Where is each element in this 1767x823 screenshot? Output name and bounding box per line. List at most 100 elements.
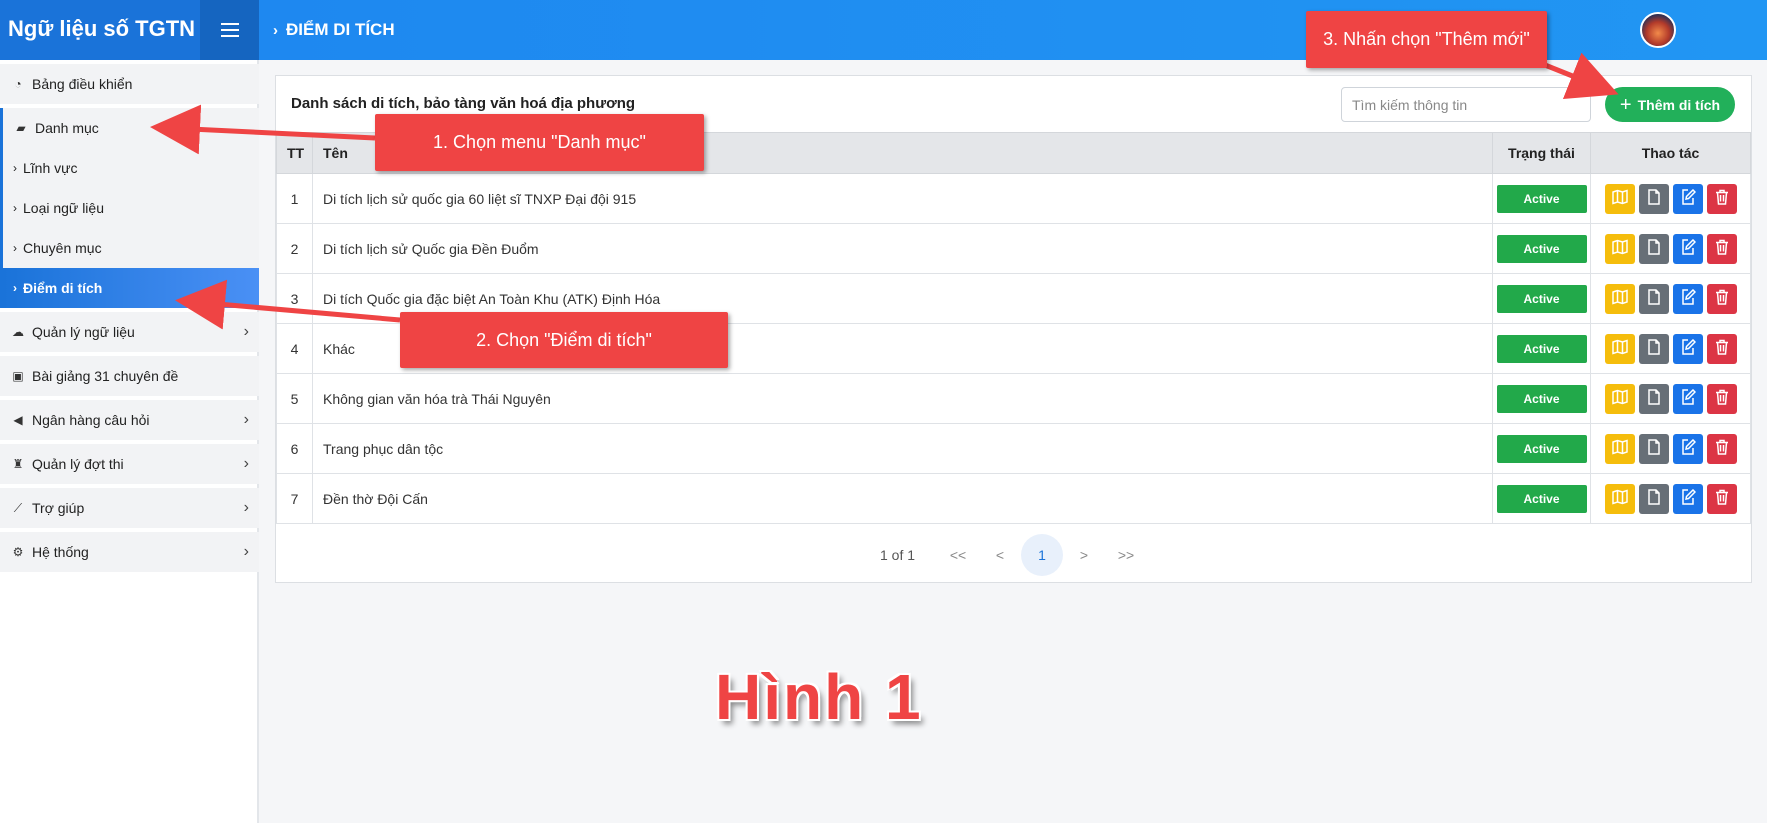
megaphone-icon: ◀	[13, 413, 23, 427]
relic-name: Di tích lịch sử quốc gia 60 liệt sĩ TNXP…	[312, 173, 1493, 224]
page-breadcrumb: ĐIỂM DI TÍCH	[286, 20, 395, 39]
figure-label: Hình 1	[715, 661, 923, 733]
column-header-trang-thai: Trạng thái	[1492, 132, 1591, 174]
relic-name: Đền thờ Đội Cấn	[312, 473, 1493, 524]
delete-button[interactable]	[1706, 283, 1737, 314]
delete-button[interactable]	[1706, 433, 1737, 464]
edit-icon	[1680, 238, 1696, 258]
edit-button[interactable]	[1672, 283, 1703, 314]
status-cell: Active	[1492, 273, 1591, 324]
document-button[interactable]	[1638, 183, 1669, 214]
hamburger-icon	[220, 23, 239, 37]
document-icon	[1646, 439, 1662, 458]
sidebar-item-label: Hệ thống	[32, 544, 89, 560]
search-input[interactable]	[1341, 87, 1591, 122]
document-button[interactable]	[1638, 283, 1669, 314]
status-badge[interactable]: Active	[1496, 284, 1587, 313]
sidebar-item-quan-ly-ngu-lieu[interactable]: ☁ Quản lý ngữ liệu ›	[0, 312, 259, 352]
menu-toggle-button[interactable]	[200, 0, 259, 60]
sidebar-subitem-linh-vuc[interactable]: › Lĩnh vực	[0, 148, 259, 188]
map-button[interactable]	[1604, 233, 1635, 264]
edit-icon	[1680, 438, 1696, 458]
sidebar-subitem-diem-di-tich[interactable]: › Điểm di tích	[0, 268, 259, 308]
sidebar-item-label: Điểm di tích	[23, 280, 103, 296]
map-icon	[1611, 389, 1628, 408]
trophy-icon: ♜	[12, 457, 24, 471]
edit-button[interactable]	[1672, 183, 1703, 214]
sidebar-item-quan-ly-dot-thi[interactable]: ♜ Quản lý đợt thi ›	[0, 444, 259, 484]
map-button[interactable]	[1604, 383, 1635, 414]
table-row: 1 Di tích lịch sử quốc gia 60 liệt sĩ TNX…	[276, 173, 1751, 224]
document-icon	[1646, 189, 1662, 208]
delete-button[interactable]	[1706, 233, 1737, 264]
sidebar-item-label: Chuyên mục	[23, 240, 102, 256]
document-button[interactable]	[1638, 483, 1669, 514]
map-button[interactable]	[1604, 433, 1635, 464]
trash-icon	[1714, 439, 1730, 458]
sidebar-item-ngan-hang-cau-hoi[interactable]: ◀ Ngân hàng câu hỏi ›	[0, 400, 259, 440]
status-badge[interactable]: Active	[1496, 484, 1587, 513]
add-relic-button[interactable]: + Thêm di tích	[1605, 87, 1735, 122]
status-badge[interactable]: Active	[1496, 184, 1587, 213]
document-button[interactable]	[1638, 433, 1669, 464]
map-button[interactable]	[1604, 183, 1635, 214]
prev-page-button[interactable]: <	[979, 534, 1021, 576]
sidebar-item-he-thong[interactable]: ⚙ Hệ thống ›	[0, 532, 259, 572]
edit-button[interactable]	[1672, 233, 1703, 264]
last-page-button[interactable]: >>	[1105, 534, 1147, 576]
delete-button[interactable]	[1706, 483, 1737, 514]
sidebar-item-danh-muc[interactable]: ▰ Danh mục	[0, 108, 259, 148]
document-icon	[1646, 489, 1662, 508]
row-number: 7	[276, 473, 313, 524]
sidebar-item-tro-giup[interactable]: ⟋ Trợ giúp ›	[0, 488, 259, 528]
edit-button[interactable]	[1672, 383, 1703, 414]
sidebar-item-dashboard[interactable]: ◔ Bảng điều khiển	[0, 64, 259, 104]
status-badge[interactable]: Active	[1496, 334, 1587, 363]
trash-icon	[1714, 389, 1730, 408]
status-badge[interactable]: Active	[1496, 434, 1587, 463]
sidebar-subitem-chuyen-muc[interactable]: › Chuyên mục	[0, 228, 259, 268]
edit-button[interactable]	[1672, 433, 1703, 464]
edit-button[interactable]	[1672, 333, 1703, 364]
delete-button[interactable]	[1706, 383, 1737, 414]
document-button[interactable]	[1638, 333, 1669, 364]
map-button[interactable]	[1604, 333, 1635, 364]
first-page-button[interactable]: <<	[937, 534, 979, 576]
chevron-right-icon: ›	[243, 323, 249, 340]
sidebar-item-label: Danh mục	[35, 120, 99, 136]
status-cell: Active	[1492, 373, 1591, 424]
row-number: 4	[276, 323, 313, 374]
row-number: 2	[276, 223, 313, 274]
add-relic-label: Thêm di tích	[1637, 96, 1721, 113]
sidebar-item-label: Loại ngữ liệu	[23, 200, 104, 216]
chevron-right-icon: ›	[13, 241, 17, 255]
next-page-button[interactable]: >	[1063, 534, 1105, 576]
relic-name: Trang phục dân tộc	[312, 423, 1493, 474]
map-button[interactable]	[1604, 483, 1635, 514]
chevron-right-icon: ›	[243, 411, 249, 428]
map-button[interactable]	[1604, 283, 1635, 314]
map-icon	[1611, 189, 1628, 208]
current-page-button[interactable]: 1	[1021, 534, 1064, 576]
annotation-step-2: 2. Chọn "Điểm di tích"	[400, 312, 728, 368]
row-number: 5	[276, 373, 313, 424]
document-icon	[1646, 239, 1662, 258]
gears-icon: ⚙	[12, 545, 24, 559]
document-button[interactable]	[1638, 383, 1669, 414]
edit-button[interactable]	[1672, 483, 1703, 514]
document-button[interactable]	[1638, 233, 1669, 264]
delete-button[interactable]	[1706, 333, 1737, 364]
plus-icon: +	[1619, 93, 1632, 116]
delete-button[interactable]	[1706, 183, 1737, 214]
sidebar-subitem-loai-ngu-lieu[interactable]: › Loại ngữ liệu	[0, 188, 259, 228]
actions-cell	[1590, 373, 1751, 424]
status-badge[interactable]: Active	[1496, 384, 1587, 413]
annotation-step-1: 1. Chọn menu "Danh mục"	[375, 114, 704, 171]
status-badge[interactable]: Active	[1496, 234, 1587, 263]
app-brand[interactable]: Ngữ liệu số TGTN	[0, 0, 200, 60]
user-avatar[interactable]	[1640, 12, 1676, 48]
sidebar-item-bai-giang[interactable]: ▣ Bài giảng 31 chuyên đề	[0, 356, 259, 396]
actions-cell	[1590, 173, 1751, 224]
sidebar-item-label: Quản lý ngữ liệu	[32, 324, 135, 340]
folder-open-icon: ▰	[16, 121, 26, 135]
